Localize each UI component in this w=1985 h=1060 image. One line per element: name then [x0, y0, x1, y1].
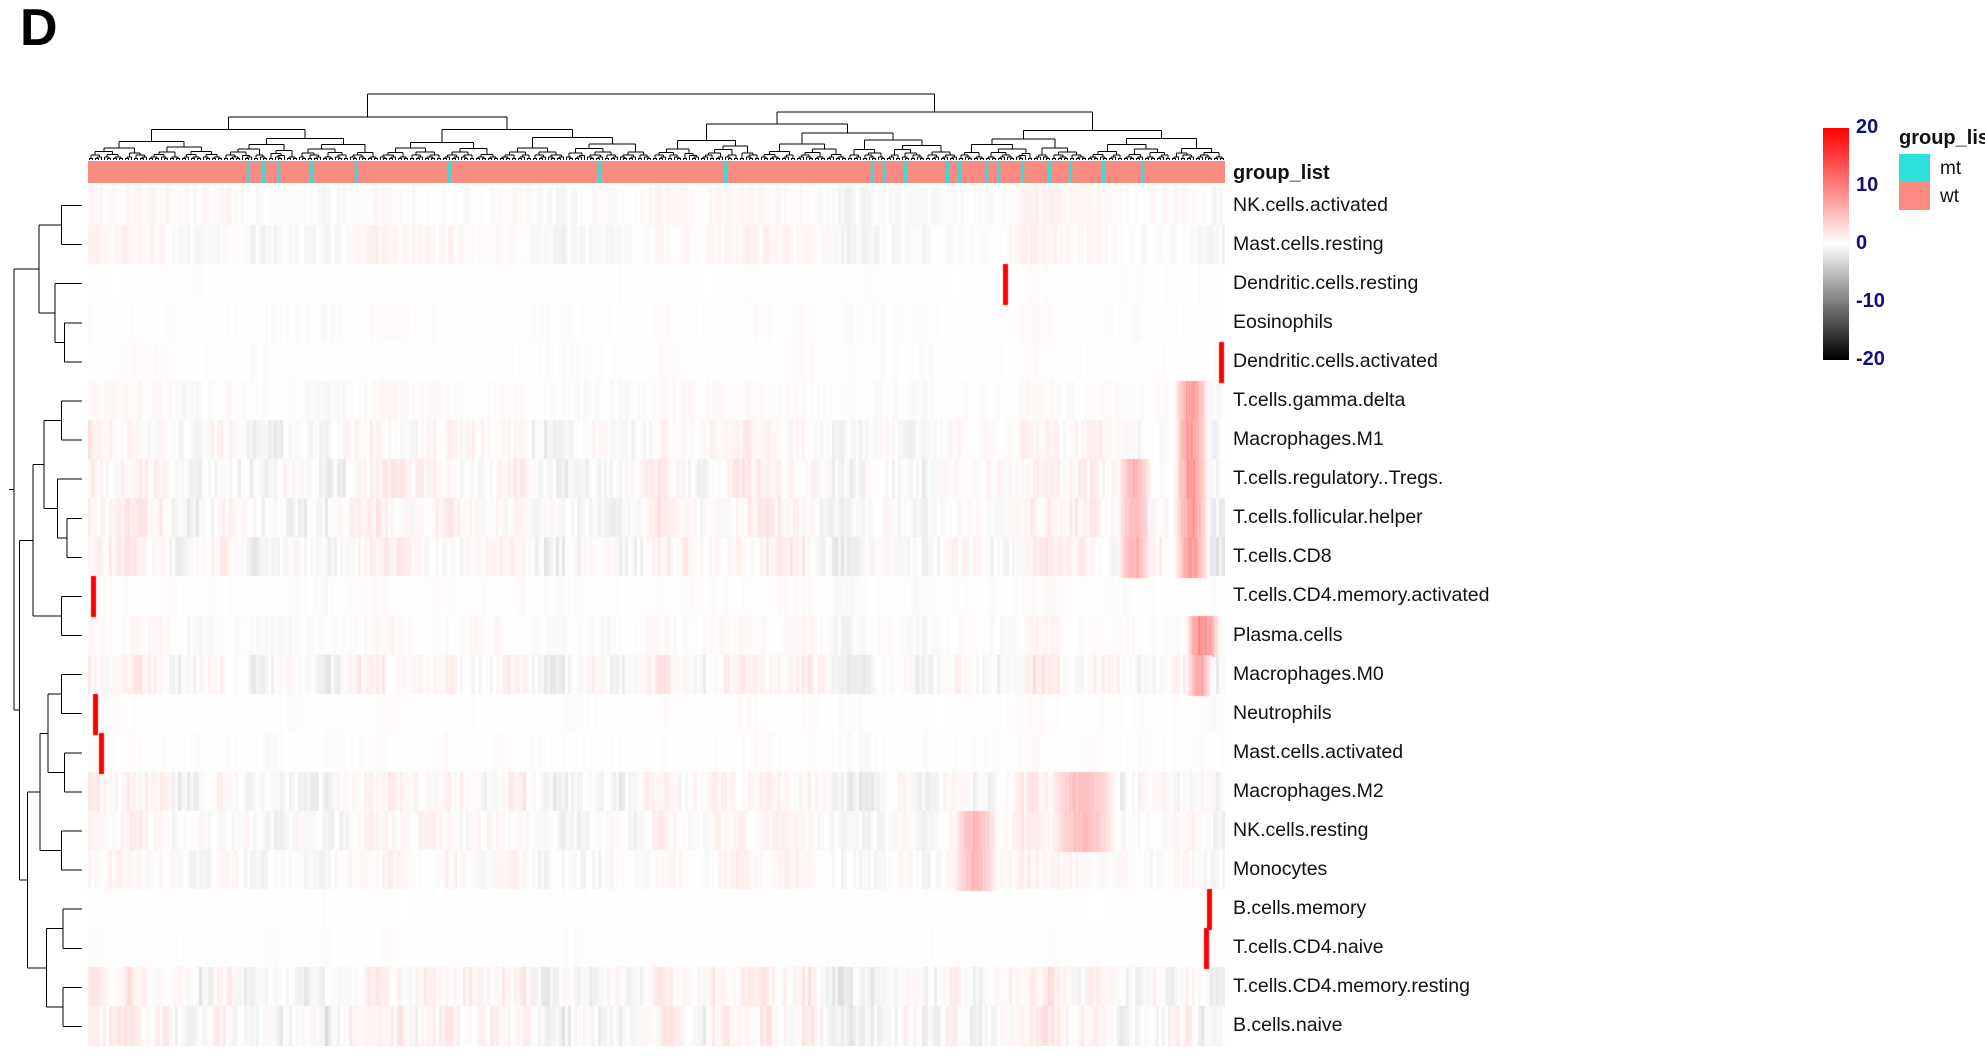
row-label: T.cells.follicular.helper	[1233, 506, 1423, 529]
row-label: Eosinophils	[1233, 310, 1333, 333]
row-label: T.cells.CD4.memory.activated	[1233, 584, 1490, 607]
row-label: T.cells.regulatory..Tregs.	[1233, 467, 1444, 490]
row-label: B.cells.naive	[1233, 1014, 1343, 1037]
legend-item-wt: wt	[1899, 182, 1985, 210]
row-dendrogram	[8, 186, 86, 1046]
colorbar	[1823, 128, 1849, 360]
colorbar-tick: 20	[1856, 116, 1879, 138]
row-label: T.cells.gamma.delta	[1233, 389, 1406, 411]
row-label: Dendritic.cells.activated	[1233, 349, 1438, 372]
group-legend: group_list mt wt	[1899, 128, 1985, 210]
group-legend-title: group_list	[1899, 127, 1985, 149]
legend-label-wt: wt	[1940, 185, 1959, 207]
column-dendrogram	[88, 40, 1225, 160]
row-label: Mast.cells.activated	[1233, 740, 1404, 763]
row-label: Macrophages.M0	[1233, 662, 1384, 685]
row-label: NK.cells.activated	[1233, 193, 1388, 216]
column-annotation-label: group_list	[1233, 162, 1330, 184]
row-label: Neutrophils	[1233, 701, 1332, 724]
row-label: Mast.cells.resting	[1233, 232, 1384, 255]
row-label: T.cells.CD4.naive	[1233, 936, 1384, 959]
row-label: Macrophages.M2	[1233, 779, 1384, 802]
row-label: Monocytes	[1233, 858, 1328, 881]
row-label: Plasma.cells	[1233, 623, 1343, 646]
colorbar-tick: 0	[1856, 232, 1868, 254]
colorbar-tick: -20	[1856, 348, 1885, 370]
legend-item-mt: mt	[1899, 154, 1985, 182]
row-label: Dendritic.cells.resting	[1233, 271, 1419, 294]
legend-swatch-wt	[1899, 182, 1930, 210]
panel-label: D	[20, 0, 58, 57]
legend-label-mt: mt	[1940, 157, 1962, 179]
colorbar-tick: -10	[1856, 290, 1885, 312]
row-label: NK.cells.resting	[1233, 819, 1369, 841]
figure-panel: D group_list NK.cells.activated Mast.cell…	[0, 0, 1985, 1060]
legend-swatch-mt	[1899, 154, 1930, 182]
row-label: B.cells.memory	[1233, 897, 1367, 920]
column-annotation-track	[88, 161, 1225, 183]
row-labels: NK.cells.activated Mast.cells.resting Dend…	[1233, 186, 1753, 1046]
row-label: Macrophages.M1	[1233, 428, 1384, 451]
row-label: T.cells.CD4.memory.resting	[1233, 975, 1470, 998]
colorbar-tick: 10	[1856, 174, 1879, 196]
heatmap-body	[88, 186, 1225, 1046]
row-label: T.cells.CD8	[1233, 545, 1332, 568]
